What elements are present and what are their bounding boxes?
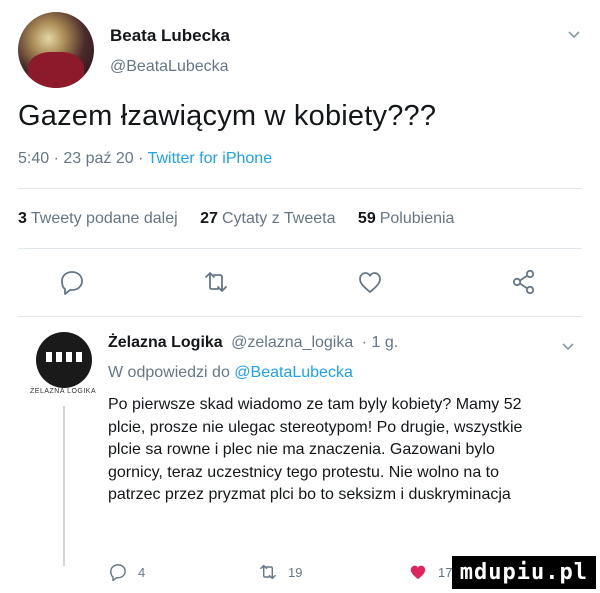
reply-tweet[interactable]: ŻELAZNA LOGIKA Żelazna Logika @zelazna_l…	[0, 320, 600, 593]
quotes-stat[interactable]: 27 Cytaty z Tweeta	[200, 210, 335, 227]
in-reply-to-mention[interactable]: @BeataLubecka	[234, 364, 353, 381]
tweet-time[interactable]: 5:40	[18, 150, 49, 167]
retweet-icon[interactable]	[202, 268, 230, 296]
quotes-label: Cytaty z Tweeta	[221, 210, 336, 227]
tweet-meta: 5:40 · 23 paź 20 · Twitter for iPhone	[18, 150, 272, 168]
tweet-header: Beata Lubecka @BeataLubecka	[18, 12, 588, 88]
reply-header: Żelazna Logika @zelazna_logika · 1 g.	[108, 334, 398, 352]
author-avatar[interactable]	[18, 12, 94, 88]
reply-retweet-action[interactable]: 19	[258, 562, 302, 582]
retweets-stat[interactable]: 3 Tweety podane dalej	[18, 210, 178, 227]
meta-separator: ·	[53, 150, 59, 167]
divider	[18, 248, 582, 249]
likes-label: Polubienia	[379, 210, 455, 227]
share-icon[interactable]	[510, 268, 538, 296]
retweets-label: Tweety podane dalej	[30, 210, 178, 227]
divider	[18, 316, 582, 317]
retweets-count: 3	[18, 210, 27, 227]
reply-count: 4	[138, 564, 146, 580]
retweet-count: 19	[288, 564, 303, 580]
tweet-text: Gazem łzawiącym w kobiety???	[18, 100, 437, 132]
reply-author-avatar[interactable]	[36, 332, 92, 388]
chevron-down-icon[interactable]	[560, 338, 576, 354]
reply-avatar-label: ŻELAZNA LOGIKA	[30, 388, 97, 395]
tweet-stats: 3 Tweety podane dalej 27 Cytaty z Tweeta 5…	[18, 210, 454, 228]
likes-count: 59	[357, 210, 376, 227]
thread-line	[63, 406, 65, 566]
reply-author-handle[interactable]: @zelazna_logika	[231, 334, 353, 351]
watermark-logo: mdupiu.pl	[451, 556, 596, 589]
chevron-down-icon[interactable]	[566, 26, 582, 42]
tweet-source-link[interactable]: Twitter for iPhone	[148, 150, 273, 167]
likes-stat[interactable]: 59 Polubienia	[358, 210, 455, 227]
tweet-date[interactable]: 23 paź 20	[63, 150, 133, 167]
quotes-count: 27	[200, 210, 218, 227]
reply-text: Po pierwsze skad wiadomo ze tam byly kob…	[108, 396, 523, 503]
reply-icon[interactable]	[108, 562, 128, 582]
divider	[18, 188, 582, 189]
avatar-pattern	[46, 352, 82, 362]
in-reply-to-prefix: W odpowiedzi do	[108, 364, 230, 381]
reply-icon[interactable]	[58, 268, 86, 296]
reply-age: · 1 g.	[361, 334, 399, 351]
author-name[interactable]: Beata Lubecka	[110, 26, 230, 46]
reply-author-name[interactable]: Żelazna Logika	[108, 334, 223, 351]
like-icon[interactable]	[356, 268, 384, 296]
tweet-action-bar	[0, 262, 600, 302]
in-reply-to: W odpowiedzi do @BeataLubecka	[108, 364, 353, 382]
reply-reply-action[interactable]: 4	[108, 562, 145, 582]
meta-separator: ·	[138, 150, 144, 167]
retweet-icon[interactable]	[258, 562, 278, 582]
liked-heart-icon[interactable]	[408, 562, 428, 582]
author-handle[interactable]: @BeataLubecka	[110, 58, 229, 76]
